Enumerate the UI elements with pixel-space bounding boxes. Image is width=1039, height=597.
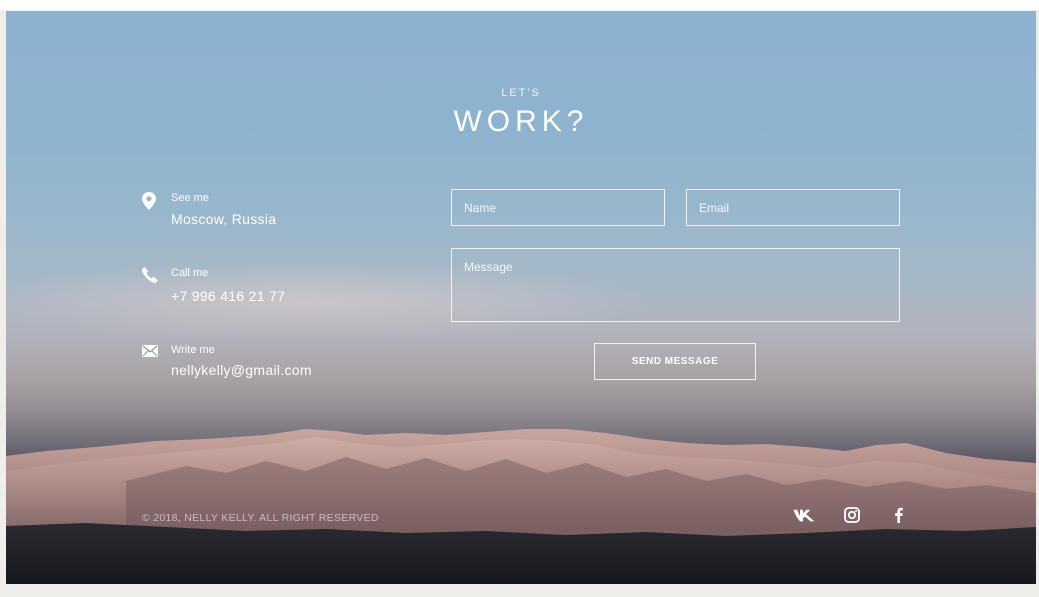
contact-label: See me bbox=[171, 192, 209, 204]
contact-value: +7 996 416 21 77 bbox=[171, 288, 286, 304]
copyright-text: © 2018, NELLY KELLY. ALL RIGHT RESERVED bbox=[142, 512, 379, 524]
contact-hero-section: LET'S WORK? See me Moscow, Russia Call m… bbox=[6, 11, 1036, 584]
contact-label: Call me bbox=[171, 267, 209, 279]
facebook-icon[interactable] bbox=[886, 505, 910, 525]
message-input[interactable] bbox=[451, 248, 900, 322]
envelope-icon bbox=[142, 344, 158, 362]
phone-icon bbox=[141, 267, 158, 285]
email-input[interactable] bbox=[686, 189, 900, 226]
page-title: WORK? bbox=[453, 105, 589, 138]
top-strip bbox=[0, 0, 1039, 10]
section-kicker: LET'S bbox=[501, 87, 541, 99]
contact-value: nellykelly@gmail.com bbox=[171, 362, 312, 378]
location-pin-icon bbox=[142, 192, 158, 210]
send-message-button[interactable]: SEND MESSAGE bbox=[594, 343, 756, 380]
instagram-icon[interactable] bbox=[840, 505, 864, 525]
contact-label: Write me bbox=[171, 344, 215, 356]
vk-icon[interactable] bbox=[792, 505, 816, 525]
name-input[interactable] bbox=[451, 189, 665, 226]
contact-value: Moscow, Russia bbox=[171, 211, 277, 227]
